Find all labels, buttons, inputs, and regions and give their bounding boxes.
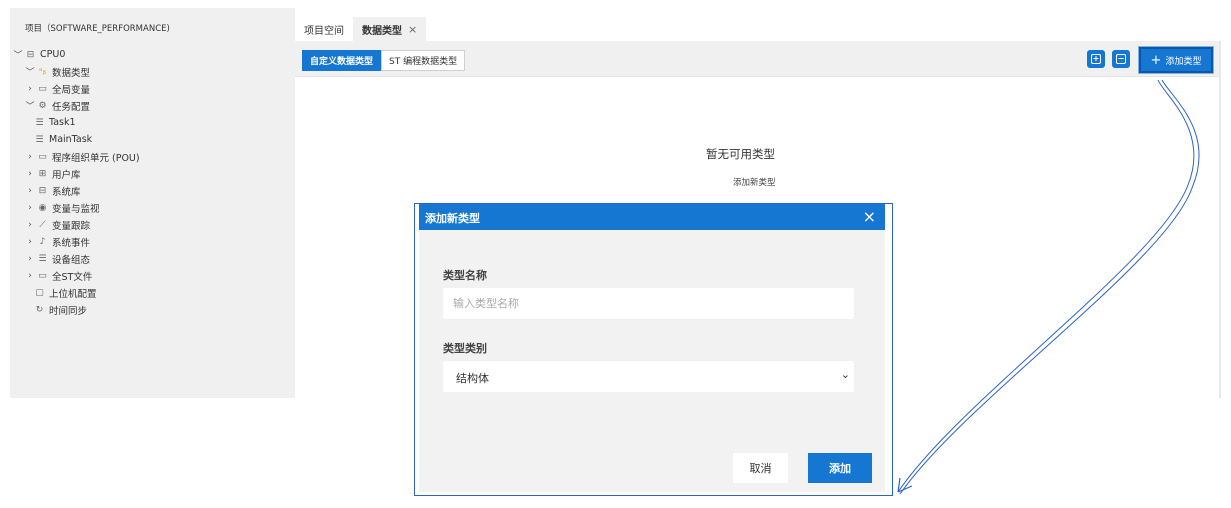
tree-item[interactable]: › ▭ 全ST文件 bbox=[10, 267, 295, 284]
chevron-right-icon[interactable]: › bbox=[24, 237, 36, 247]
add-type-label: 添加类型 bbox=[1165, 56, 1202, 67]
tree-item-label: 任务配置 bbox=[52, 101, 91, 113]
project-sidebar: 项目（SOFTWARE_PERFORMANCE) ﹀ ⊟ CPU0 ﹀ ᵃᵦ 数据类型 › ▭… bbox=[10, 8, 295, 398]
chevron-down-icon[interactable]: ﹀ bbox=[24, 65, 36, 78]
tree-item-label: 全局变量 bbox=[52, 84, 91, 96]
project-title: 项目（SOFTWARE_PERFORMANCE) bbox=[25, 24, 170, 34]
chevron-right-icon[interactable]: › bbox=[24, 186, 36, 196]
chevron-right-icon[interactable]: › bbox=[24, 203, 36, 213]
chevron-right-icon[interactable]: › bbox=[24, 271, 36, 281]
device-config-icon: ☰ bbox=[38, 253, 47, 264]
collapse-icon: − bbox=[1116, 54, 1126, 64]
tree-item[interactable]: ☰ MainTask bbox=[10, 131, 295, 148]
tree-item[interactable]: › ⊟ 系统库 bbox=[10, 182, 295, 199]
chevron-down-icon[interactable]: ﹀ bbox=[24, 99, 36, 112]
tree-item[interactable]: › ⊞ 用户库 bbox=[10, 165, 295, 182]
chevron-right-icon[interactable]: › bbox=[24, 84, 36, 94]
tree-item-label: 变量跟踪 bbox=[52, 220, 91, 232]
tree-item[interactable]: › ▭ 全局变量 bbox=[10, 80, 295, 97]
gear-icon: ⚙ bbox=[38, 100, 47, 111]
tree-item-label: 数据类型 bbox=[52, 67, 91, 79]
tree-item[interactable]: › ⟋ 变量跟踪 bbox=[10, 216, 295, 233]
type-kind-label: 类型类别 bbox=[443, 342, 487, 355]
tree-item[interactable]: ﹀ ⊟ CPU0 bbox=[10, 46, 295, 63]
add-button[interactable]: 添加 bbox=[808, 453, 872, 483]
expand-all-button[interactable]: + bbox=[1087, 50, 1105, 68]
empty-state-link[interactable]: 添加新类型 bbox=[733, 176, 776, 188]
tree-item-label: 上位机配置 bbox=[49, 288, 97, 300]
tree-item-label: 系统事件 bbox=[52, 237, 91, 249]
plus-icon: + bbox=[1150, 52, 1162, 68]
sync-icon: ↻ bbox=[35, 304, 44, 315]
type-kind-select[interactable]: 结构体 ⌄ bbox=[443, 361, 854, 392]
tree-item-label: Task1 bbox=[49, 117, 76, 128]
chevron-right-icon[interactable]: › bbox=[24, 220, 36, 230]
collapse-all-button[interactable]: − bbox=[1112, 50, 1130, 68]
system-library-icon: ⊟ bbox=[38, 185, 47, 196]
tab-data-types[interactable]: 数据类型 × bbox=[353, 17, 427, 41]
tree-item[interactable]: ☰ Task1 bbox=[10, 114, 295, 131]
tree-item-label: 全ST文件 bbox=[52, 271, 93, 283]
expand-icon: + bbox=[1091, 54, 1101, 64]
add-type-dialog: 添加新类型 × 类型名称 类型类别 结构体 ⌄ 取消 添加 bbox=[419, 204, 885, 492]
dialog-header: 添加新类型 × bbox=[419, 204, 885, 230]
tree-item-label: 变量与监视 bbox=[52, 203, 100, 215]
chevron-right-icon[interactable]: › bbox=[24, 254, 36, 264]
tab-project-workspace[interactable]: 项目空间 bbox=[295, 17, 353, 41]
custom-types-button[interactable]: 自定义数据类型 bbox=[302, 50, 382, 71]
st-types-button[interactable]: ST 编程数据类型 bbox=[381, 50, 466, 71]
trend-icon: ⟋ bbox=[39, 219, 46, 230]
tree-item[interactable]: › ◉ 变量与监视 bbox=[10, 199, 295, 216]
project-tree: ﹀ ⊟ CPU0 ﹀ ᵃᵦ 数据类型 › ▭ 全局变量 ﹀ ⚙ 任务配置 ☰ Task1 ☰ MainTask… bbox=[10, 46, 295, 318]
monitor-icon: ▢ bbox=[35, 287, 44, 298]
cancel-button[interactable]: 取消 bbox=[733, 453, 788, 483]
tab-label: 项目空间 bbox=[304, 25, 344, 37]
folder-icon: ▭ bbox=[38, 151, 47, 162]
tree-item[interactable]: › ♪ 系统事件 bbox=[10, 233, 295, 250]
add-type-button[interactable]: + 添加类型 bbox=[1138, 46, 1214, 74]
data-type-icon: ᵃᵦ bbox=[38, 66, 47, 77]
tree-item[interactable]: › ☰ 设备组态 bbox=[10, 250, 295, 267]
bell-icon: ♪ bbox=[39, 236, 46, 247]
tree-item-label: 用户库 bbox=[52, 169, 81, 181]
type-source-switch: 自定义数据类型 ST 编程数据类型 bbox=[302, 50, 466, 71]
tree-item-label: 程序组织单元 (POU) bbox=[52, 152, 140, 164]
tree-item[interactable]: › ▭ 程序组织单元 (POU) bbox=[10, 148, 295, 165]
tree-item[interactable]: ↻ 时间同步 bbox=[10, 301, 295, 318]
close-icon[interactable]: × bbox=[863, 207, 876, 226]
task-list-icon: ☰ bbox=[35, 117, 44, 128]
type-kind-value: 结构体 bbox=[456, 372, 489, 385]
empty-state-title: 暂无可用类型 bbox=[706, 147, 775, 161]
tree-item-label: 系统库 bbox=[52, 186, 81, 198]
tree-item[interactable]: ﹀ ᵃᵦ 数据类型 bbox=[10, 63, 295, 80]
chevron-right-icon[interactable]: › bbox=[24, 169, 36, 179]
type-name-field bbox=[443, 288, 854, 319]
eye-icon: ◉ bbox=[38, 202, 47, 213]
task-list-icon: ☰ bbox=[35, 134, 44, 145]
device-icon: ⊟ bbox=[26, 49, 35, 60]
folder-icon: ▭ bbox=[38, 270, 47, 281]
chevron-down-icon: ⌄ bbox=[840, 368, 850, 381]
data-type-toolbar: 自定义数据类型 ST 编程数据类型 + − + 添加类型 bbox=[295, 41, 1221, 77]
tree-item-label: 时间同步 bbox=[49, 305, 88, 317]
chevron-down-icon[interactable]: ﹀ bbox=[12, 48, 24, 61]
tab-bar: 项目空间 数据类型 × bbox=[295, 17, 1221, 41]
tree-item[interactable]: ﹀ ⚙ 任务配置 bbox=[10, 97, 295, 114]
chevron-right-icon[interactable]: › bbox=[24, 152, 36, 162]
dialog-title: 添加新类型 bbox=[425, 212, 480, 225]
tree-item[interactable]: ▢ 上位机配置 bbox=[10, 284, 295, 301]
tree-item-label: 设备组态 bbox=[52, 254, 91, 266]
folder-icon: ▭ bbox=[38, 83, 47, 94]
library-icon: ⊞ bbox=[38, 168, 47, 179]
tab-label: 数据类型 bbox=[362, 25, 402, 37]
type-name-input[interactable] bbox=[443, 288, 854, 319]
scrollbar-track[interactable] bbox=[1219, 41, 1221, 398]
type-name-label: 类型名称 bbox=[443, 269, 487, 282]
tree-item-label: MainTask bbox=[49, 134, 93, 145]
tab-close-icon[interactable]: × bbox=[408, 23, 417, 36]
tree-item-label: CPU0 bbox=[40, 49, 66, 60]
